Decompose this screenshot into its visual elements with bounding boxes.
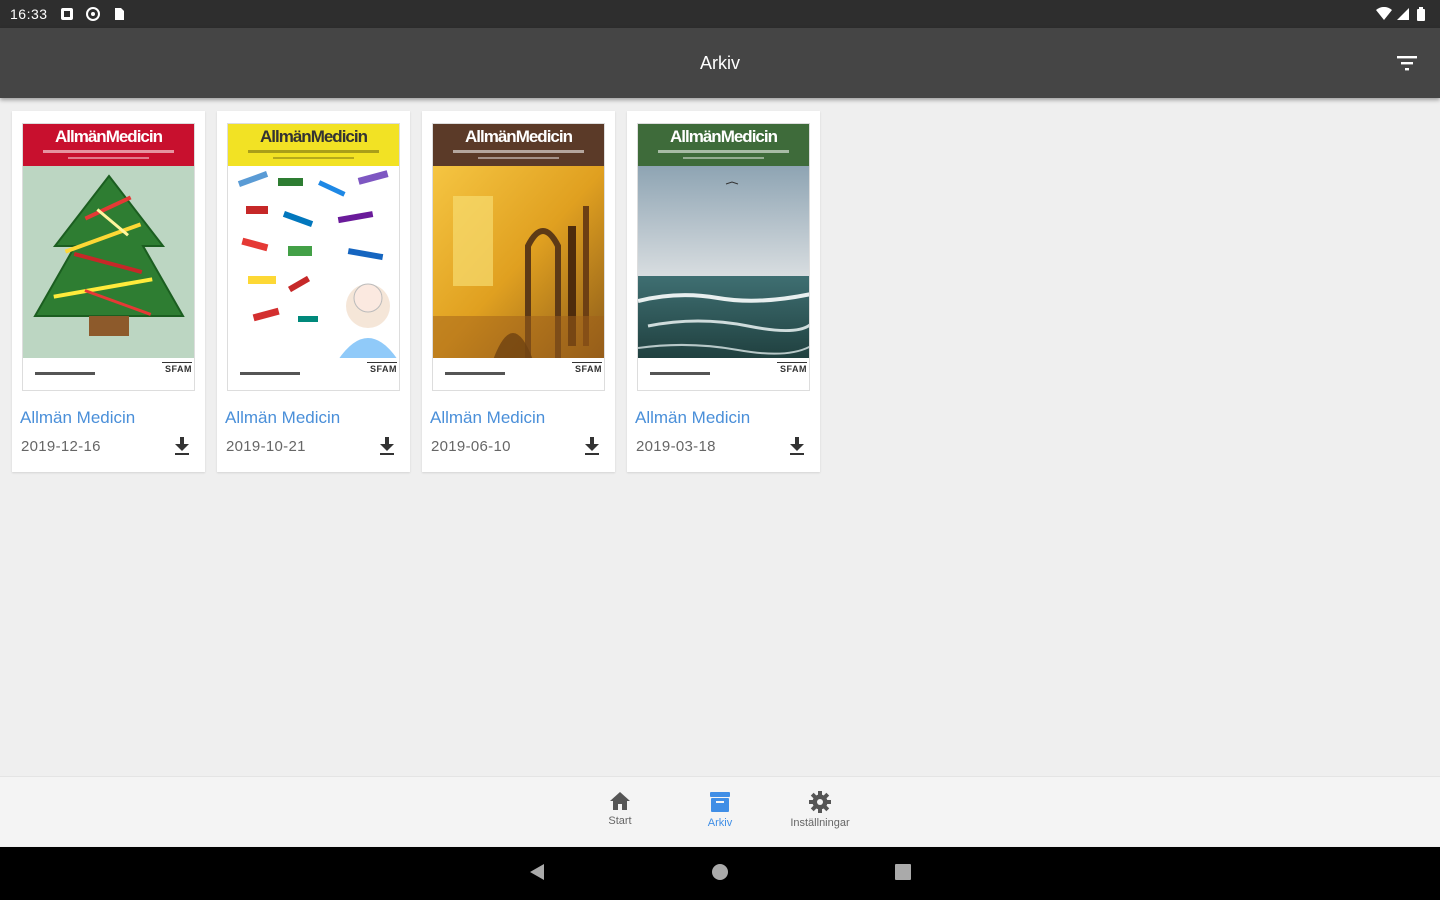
nav-label: Inställningar bbox=[790, 817, 850, 829]
cover-footer: SFAM bbox=[638, 358, 809, 390]
cover-footer-rule bbox=[777, 362, 807, 363]
filter-icon bbox=[1397, 56, 1417, 71]
issue-grid: AllmänMedicin SFAM Allmän Medicin 2019-1… bbox=[12, 111, 820, 472]
cover-footer: SFAM bbox=[23, 358, 194, 390]
nav-label: Start bbox=[608, 815, 632, 827]
download-icon bbox=[585, 437, 599, 455]
cover-logo: AllmänMedicin bbox=[260, 127, 368, 146]
cover-artwork bbox=[23, 166, 194, 360]
cover-artwork bbox=[433, 166, 604, 360]
issue-cover[interactable]: AllmänMedicin SFAM bbox=[22, 123, 195, 391]
issue-title[interactable]: Allmän Medicin bbox=[430, 408, 545, 428]
issue-date: 2019-03-18 bbox=[636, 438, 716, 455]
cover-logo: AllmänMedicin bbox=[670, 127, 778, 146]
download-icon bbox=[175, 437, 189, 455]
issue-card[interactable]: AllmänMedicin bbox=[12, 111, 205, 472]
issue-card[interactable]: AllmänMedicin bbox=[627, 111, 820, 472]
status-time: 16:33 bbox=[10, 6, 48, 22]
cover-brand: SFAM bbox=[779, 364, 807, 374]
issue-title[interactable]: Allmän Medicin bbox=[20, 408, 135, 428]
cover-subtitle-line bbox=[273, 157, 354, 159]
issue-card[interactable]: AllmänMedicin bbox=[217, 111, 410, 472]
download-button[interactable] bbox=[376, 435, 398, 457]
cover-subtitle-line bbox=[43, 150, 174, 153]
system-recents-button[interactable] bbox=[893, 862, 913, 887]
home-circle-icon bbox=[712, 864, 728, 880]
cover-header: AllmänMedicin bbox=[23, 124, 194, 166]
issue-cover[interactable]: AllmänMedicin SFAM bbox=[227, 123, 400, 391]
issue-title[interactable]: Allmän Medicin bbox=[635, 408, 750, 428]
sd-card-icon bbox=[112, 7, 126, 21]
issue-date: 2019-12-16 bbox=[21, 438, 101, 455]
bottom-navigation: Start Arkiv Inställningar bbox=[0, 776, 1440, 846]
issue-date: 2019-06-10 bbox=[431, 438, 511, 455]
issue-title[interactable]: Allmän Medicin bbox=[225, 408, 340, 428]
cover-header: AllmänMedicin bbox=[433, 124, 604, 166]
recents-square-icon bbox=[895, 864, 911, 880]
settings-icon bbox=[809, 791, 831, 813]
system-home-button[interactable] bbox=[710, 862, 730, 887]
cover-header: AllmänMedicin bbox=[228, 124, 399, 166]
cover-subtitle-line bbox=[683, 157, 764, 159]
page-title: Arkiv bbox=[700, 52, 740, 73]
cover-footer-text bbox=[650, 372, 710, 375]
download-button[interactable] bbox=[786, 435, 808, 457]
cover-brand: SFAM bbox=[164, 364, 192, 374]
download-button[interactable] bbox=[581, 435, 603, 457]
status-bar: 16:33 bbox=[0, 0, 1440, 28]
cover-footer-rule bbox=[367, 362, 397, 363]
cover-footer: SFAM bbox=[433, 358, 604, 390]
home-icon bbox=[610, 792, 630, 810]
download-icon bbox=[790, 437, 804, 455]
cover-brand: SFAM bbox=[369, 364, 397, 374]
signal-icon bbox=[1396, 7, 1410, 21]
cover-subtitle-line bbox=[478, 157, 559, 159]
wifi-icon bbox=[1376, 6, 1392, 21]
cover-footer-rule bbox=[162, 362, 192, 363]
cover-artwork bbox=[228, 166, 399, 360]
issue-card[interactable]: AllmänMedicin bbox=[422, 111, 615, 472]
system-back-button[interactable] bbox=[528, 862, 546, 887]
cover-subtitle-line bbox=[658, 150, 789, 153]
download-icon bbox=[380, 437, 394, 455]
cover-footer: SFAM bbox=[228, 358, 399, 390]
app-root: 16:33 Arkiv AllmänMedicin SFAM Allmän Me… bbox=[0, 0, 1440, 900]
nav-arkiv[interactable]: Arkiv bbox=[670, 791, 770, 829]
cover-subtitle-line bbox=[453, 150, 584, 153]
sync-icon bbox=[85, 7, 100, 21]
cover-footer-text bbox=[445, 372, 505, 375]
back-triangle-icon bbox=[530, 864, 544, 880]
cover-footer-text bbox=[35, 372, 95, 375]
filter-button[interactable] bbox=[1394, 50, 1420, 76]
issue-cover[interactable]: AllmänMedicin SFAM bbox=[637, 123, 810, 391]
battery-icon bbox=[1416, 7, 1430, 21]
notification-icon bbox=[60, 7, 74, 21]
top-app-bar: Arkiv bbox=[0, 28, 1440, 98]
nav-installningar[interactable]: Inställningar bbox=[770, 791, 870, 829]
archive-icon bbox=[710, 792, 730, 812]
nav-label: Arkiv bbox=[707, 817, 733, 829]
download-button[interactable] bbox=[171, 435, 193, 457]
cover-header: AllmänMedicin bbox=[638, 124, 809, 166]
cover-footer-text bbox=[240, 372, 300, 375]
issue-cover[interactable]: AllmänMedicin SFAM bbox=[432, 123, 605, 391]
nav-start[interactable]: Start bbox=[570, 791, 670, 827]
system-nav-bar bbox=[0, 847, 1440, 900]
cover-footer-rule bbox=[572, 362, 602, 363]
cover-artwork bbox=[638, 166, 809, 360]
cover-logo: AllmänMedicin bbox=[55, 127, 163, 146]
cover-subtitle-line bbox=[248, 150, 379, 153]
cover-brand: SFAM bbox=[574, 364, 602, 374]
cover-logo: AllmänMedicin bbox=[465, 127, 573, 146]
issue-date: 2019-10-21 bbox=[226, 438, 306, 455]
cover-subtitle-line bbox=[68, 157, 149, 159]
